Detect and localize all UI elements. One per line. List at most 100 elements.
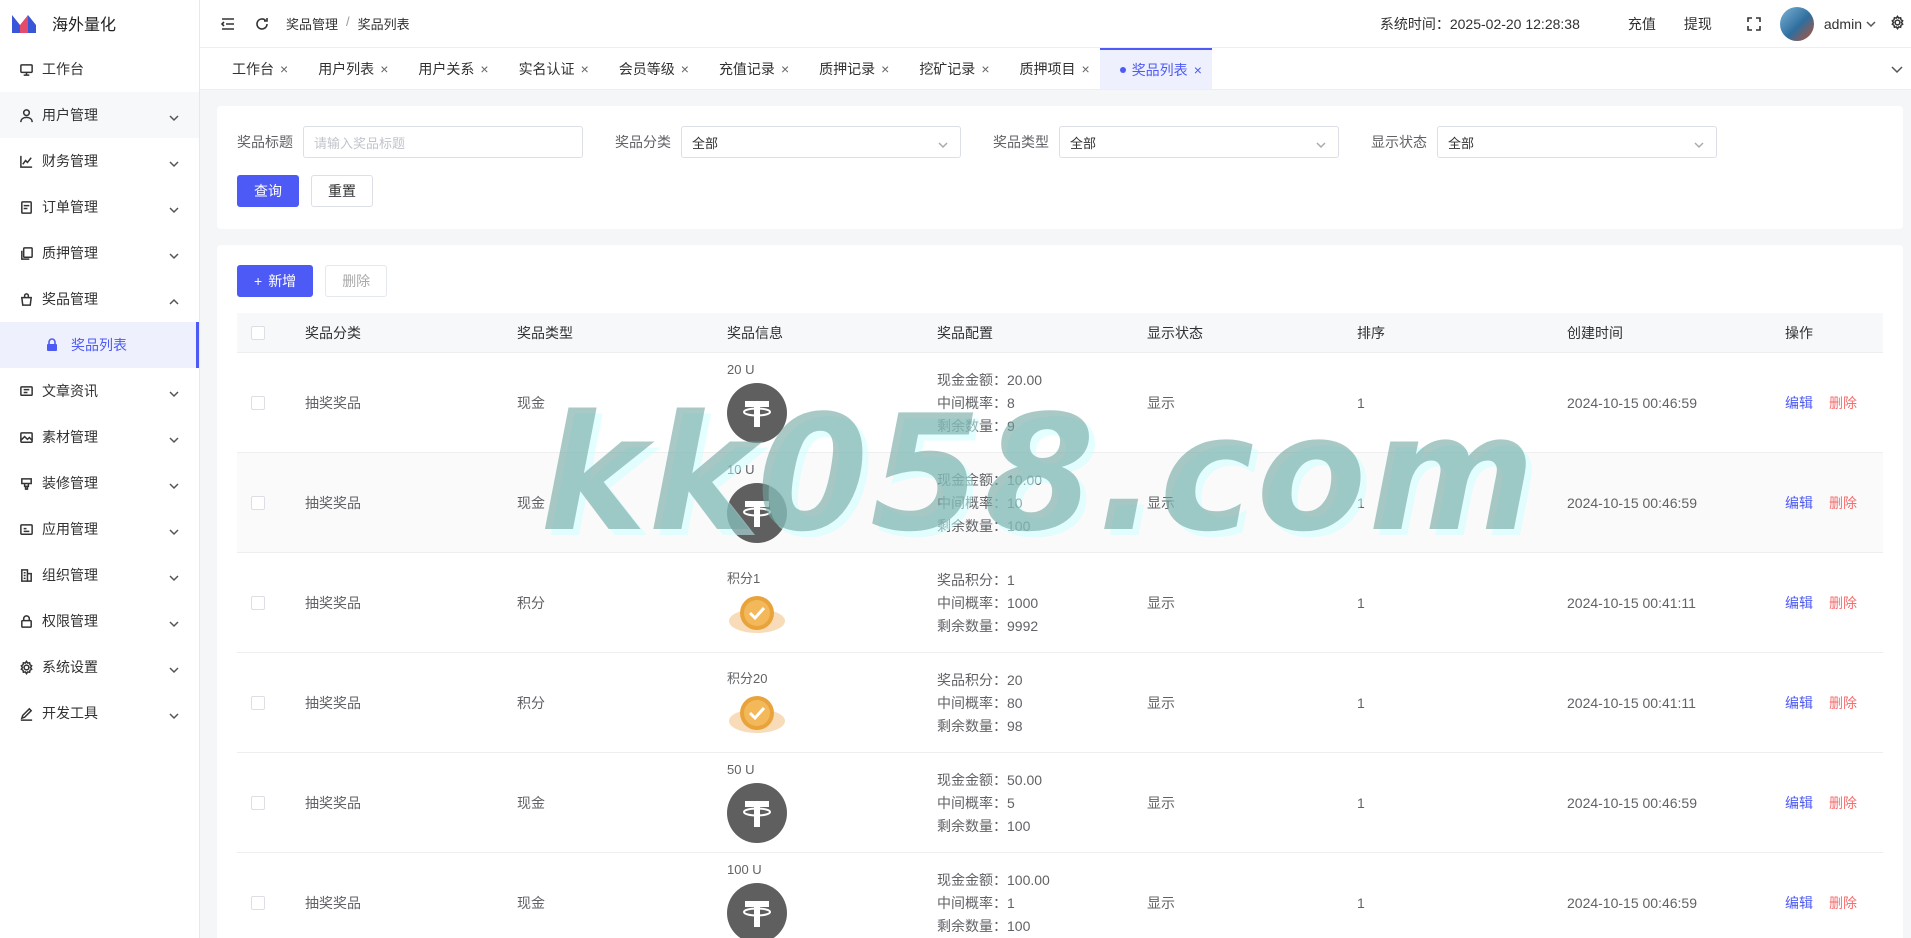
gear-icon[interactable] — [1890, 15, 1905, 33]
type-select[interactable]: 全部 — [1059, 126, 1339, 158]
prize-title: 50 U — [727, 762, 755, 777]
cell-actions: 编辑 删除 — [1777, 493, 1883, 513]
delete-button[interactable]: 删除 — [325, 265, 388, 297]
sidebar-item-prizes[interactable]: 奖品管理 — [0, 276, 199, 322]
status-value: 全部 — [1448, 135, 1475, 151]
table-row: 抽奖奖品 现金 100 U 现金金额：100.00 中间概率：1 剩余数量：100 显示 1 2… — [237, 853, 1883, 938]
edit-link[interactable]: 编辑 — [1785, 393, 1813, 413]
delete-link[interactable]: 删除 — [1829, 593, 1857, 613]
config-line: 剩余数量：9 — [937, 417, 1015, 434]
sidebar-item-label: 文章资讯 — [42, 383, 98, 399]
cell-config: 现金金额：10.00 中间概率：10 剩余数量：100 — [937, 471, 1147, 535]
delete-link[interactable]: 删除 — [1829, 793, 1857, 813]
tab-item[interactable]: 实名认证 × — [499, 48, 599, 89]
header: 奖品管理 / 奖品列表 系统时间：2025-02-20 12:28:38 充值 … — [200, 0, 1911, 48]
sidebar-item-apps[interactable]: 应用管理 — [0, 506, 199, 552]
avatar[interactable] — [1779, 7, 1814, 41]
sidebar-item-orders[interactable]: 订单管理 — [0, 184, 199, 230]
query-button[interactable]: 查询 — [237, 175, 299, 207]
close-icon[interactable]: × — [1194, 62, 1202, 78]
sidebar-item-devtools[interactable]: 开发工具 — [0, 690, 199, 736]
edit-link[interactable]: 编辑 — [1785, 493, 1813, 513]
user-menu[interactable]: admin — [1824, 16, 1876, 32]
edit-link[interactable]: 编辑 — [1785, 693, 1813, 713]
tab-item[interactable]: 质押记录 × — [799, 48, 899, 89]
edit-link[interactable]: 编辑 — [1785, 893, 1813, 913]
sidebar-item-permissions[interactable]: 权限管理 — [0, 598, 199, 644]
tab-item[interactable]: 用户关系 × — [398, 48, 498, 89]
fullscreen-icon[interactable] — [1746, 16, 1762, 32]
sidebar-item-decoration[interactable]: 装修管理 — [0, 460, 199, 506]
filter-panel: 奖品标题 请输入奖品标题 奖品分类 全部 奖品类型 全部 显示状态 全部 查询 … — [217, 106, 1903, 229]
add-button[interactable]: + 新增 — [237, 265, 314, 297]
close-icon[interactable]: × — [781, 61, 789, 77]
cell-category: 抽奖奖品 — [305, 394, 361, 411]
close-icon[interactable]: × — [981, 61, 989, 77]
edit-link[interactable]: 编辑 — [1785, 593, 1813, 613]
row-checkbox[interactable] — [251, 695, 265, 710]
title-placeholder: 请输入奖品标题 — [314, 135, 406, 151]
row-checkbox[interactable] — [251, 595, 265, 610]
config-line: 中间概率：1000 — [937, 594, 1039, 611]
config-line: 剩余数量：98 — [937, 717, 1023, 734]
delete-link[interactable]: 删除 — [1829, 893, 1857, 913]
status-select[interactable]: 全部 — [1437, 126, 1717, 158]
sidebar-item-articles[interactable]: 文章资讯 — [0, 368, 199, 414]
edit-link[interactable]: 编辑 — [1785, 793, 1813, 813]
delete-link[interactable]: 删除 — [1829, 693, 1857, 713]
chevron-down-icon[interactable] — [1891, 62, 1903, 74]
tab-item[interactable]: 用户列表 × — [298, 48, 398, 89]
close-icon[interactable]: × — [1082, 61, 1090, 77]
cell-category: 抽奖奖品 — [305, 794, 361, 811]
sidebar-item-finance[interactable]: 财务管理 — [0, 138, 199, 184]
logo[interactable]: 海外量化 — [0, 0, 199, 46]
tab-label: 挖矿记录 — [919, 60, 976, 77]
withdraw-link[interactable]: 提现 — [1684, 14, 1712, 34]
sidebar-subitem-prize-list[interactable]: 奖品列表 — [0, 322, 199, 368]
row-checkbox[interactable] — [251, 795, 265, 810]
cell-info: 积分20 — [727, 668, 937, 737]
category-label: 奖品分类 — [615, 134, 671, 150]
sidebar-item-settings[interactable]: 系统设置 — [0, 644, 199, 690]
close-icon[interactable]: × — [480, 61, 488, 77]
close-icon[interactable]: × — [380, 61, 388, 77]
row-checkbox[interactable] — [251, 395, 265, 410]
chevron-down-icon — [169, 478, 179, 490]
close-icon[interactable]: × — [881, 61, 889, 77]
row-checkbox[interactable] — [251, 895, 265, 910]
sidebar-menu: 工作台 用户管理 财务管理 订单管理 质押管理 奖品管理 奖品列表文章资讯素材管理 装修管理应… — [0, 46, 199, 736]
prize-title: 100 U — [727, 862, 762, 877]
tab-item[interactable]: 工作台 × — [212, 48, 298, 89]
breadcrumb-item[interactable]: 奖品管理 — [286, 14, 338, 33]
tab-item[interactable]: 奖品列表 × — [1099, 48, 1212, 89]
active-dot-icon — [1119, 66, 1126, 73]
sidebar-item-users[interactable]: 用户管理 — [0, 92, 199, 138]
sidebar-item-organization[interactable]: 组织管理 — [0, 552, 199, 598]
recharge-link[interactable]: 充值 — [1628, 14, 1656, 34]
delete-link[interactable]: 删除 — [1829, 393, 1857, 413]
cell-config: 奖品积分：20 中间概率：80 剩余数量：98 — [937, 671, 1147, 735]
sidebar-item-workbench[interactable]: 工作台 — [0, 46, 199, 92]
cell-config: 奖品积分：1 中间概率：1000 剩余数量：9992 — [937, 571, 1147, 635]
category-select[interactable]: 全部 — [681, 126, 961, 158]
reset-button[interactable]: 重置 — [311, 175, 373, 207]
sidebar-item-materials[interactable]: 素材管理 — [0, 414, 199, 460]
tab-item[interactable]: 会员等级 × — [599, 48, 699, 89]
tab-item[interactable]: 质押项目 × — [1000, 48, 1100, 89]
tab-item[interactable]: 充值记录 × — [699, 48, 799, 89]
column-header: 奖品类型 — [517, 324, 573, 341]
cell-status: 显示 — [1147, 894, 1175, 911]
close-icon[interactable]: × — [581, 61, 589, 77]
close-icon[interactable]: × — [280, 61, 288, 77]
title-input[interactable]: 请输入奖品标题 — [303, 126, 583, 158]
delete-link[interactable]: 删除 — [1829, 493, 1857, 513]
refresh-icon[interactable] — [254, 16, 270, 32]
tab-item[interactable]: 挖矿记录 × — [899, 48, 999, 89]
config-line: 现金金额：50.00 — [937, 771, 1043, 788]
cell-type: 现金 — [517, 894, 545, 911]
row-checkbox[interactable] — [251, 495, 265, 510]
close-icon[interactable]: × — [681, 61, 689, 77]
sidebar-item-staking[interactable]: 质押管理 — [0, 230, 199, 276]
menu-fold-icon[interactable] — [220, 16, 236, 32]
select-all-checkbox[interactable] — [251, 325, 265, 340]
